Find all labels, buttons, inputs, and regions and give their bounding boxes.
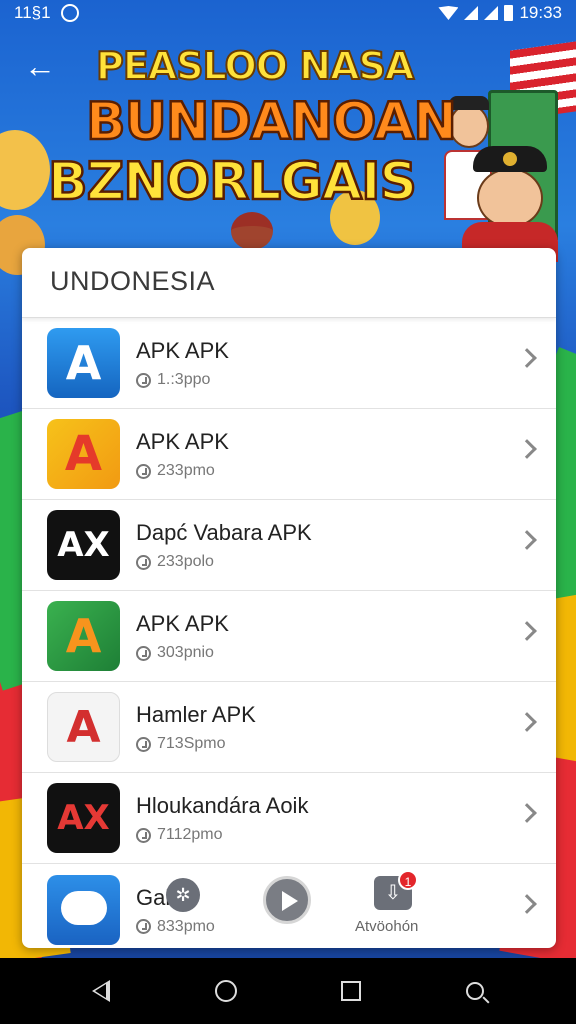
list-item[interactable]: A APK APK 233pmo [22, 409, 556, 500]
list-item[interactable]: A APK APK 1.:3ppo [22, 318, 556, 409]
letter-a-red-icon: A [47, 419, 120, 489]
nav-home-icon[interactable] [214, 980, 237, 1002]
app-name: APK APK [136, 338, 229, 363]
back-arrow-icon[interactable]: ← [24, 48, 64, 84]
status-bar: 11§1 19:33 [0, 0, 576, 26]
chat-bubble-shape [61, 890, 107, 925]
wifi-icon [438, 6, 459, 20]
clock-icon [136, 645, 151, 661]
app-icon-glyph: AX [57, 798, 110, 838]
notification-icon [60, 4, 79, 22]
app-meta: 713Spmo [157, 735, 226, 752]
banner-headline-1: PEASLOO NASA [95, 43, 415, 89]
play-button[interactable] [263, 876, 311, 924]
clock-icon [136, 919, 151, 934]
officer-mascot-illustration [462, 146, 558, 262]
share-icon[interactable] [166, 878, 200, 912]
app-meta: 303pnio [157, 644, 214, 661]
signal-icon [464, 6, 479, 20]
list-item[interactable]: A APK APK 303pnio [22, 591, 556, 682]
download-label[interactable]: Atvöohón [355, 918, 418, 935]
banner-headline-3: BZNORLGAIS [47, 151, 418, 214]
letter-ax-dark-icon: AX [47, 783, 120, 853]
app-list-card: UNDONESIA A APK APK 1.:3ppo A APK APK 23… [22, 248, 556, 948]
system-nav-bar [0, 958, 576, 1024]
app-name: APK APK [136, 611, 229, 636]
app-list: A APK APK 1.:3ppo A APK APK 233pmo AX Da… [22, 318, 556, 948]
notification-badge: 1 [398, 870, 418, 890]
list-item[interactable]: AX Hloukandára Aoik 7112pmo [22, 773, 556, 864]
nav-back-icon[interactable] [92, 980, 111, 1002]
clock-time: 19:33 [519, 3, 562, 22]
chevron-right-icon [517, 712, 537, 732]
clock-icon [136, 736, 151, 752]
card-title: UNDONESIA [50, 266, 216, 296]
app-meta: 7112pmo [157, 826, 223, 843]
app-name: Hloukandára Aoik [136, 793, 309, 818]
app-name: Dapć Vabara APK [136, 520, 312, 545]
clock-icon [136, 554, 151, 570]
app-meta: 233polo [157, 553, 214, 570]
app-icon-glyph: AX [57, 525, 110, 565]
balloon-icon [0, 130, 50, 210]
chevron-right-icon [517, 803, 537, 823]
floating-action-bar: 1 Atvöohón [150, 866, 450, 946]
battery-icon [504, 5, 514, 21]
letter-a-blue-icon: A [47, 328, 120, 398]
letter-ax-black-icon: AX [47, 510, 120, 580]
nav-recents-icon[interactable] [341, 981, 362, 1001]
signal-icon [484, 6, 499, 20]
chevron-right-icon [517, 348, 537, 368]
status-left-text: 11§1 [14, 3, 51, 22]
app-name: Hamler APK [136, 702, 256, 727]
clock-icon [136, 827, 151, 843]
app-icon-glyph: A [66, 701, 101, 753]
card-header: UNDONESIA [22, 248, 556, 318]
banner-headline-2: BUNDANOAN [85, 91, 458, 154]
clock-icon [136, 463, 151, 479]
letter-a-white-icon: A [47, 692, 120, 762]
clock-icon [136, 372, 151, 388]
app-icon-glyph: A [64, 426, 103, 482]
chevron-right-icon [517, 530, 537, 550]
chat-bubble-icon [47, 874, 120, 945]
app-meta: 233pmo [157, 462, 215, 479]
list-item[interactable]: AX Dapć Vabara APK 233polo [22, 500, 556, 591]
chevron-right-icon [517, 439, 537, 459]
app-name: APK APK [136, 429, 229, 454]
app-icon-glyph: A [65, 336, 102, 390]
nav-search-icon[interactable] [465, 982, 484, 1000]
app-icon-glyph: A [65, 609, 102, 663]
chevron-right-icon [517, 621, 537, 641]
list-item[interactable]: A Hamler APK 713Spmo [22, 682, 556, 773]
letter-a-green-icon: A [47, 601, 120, 671]
person-illustration [228, 212, 276, 252]
chevron-right-icon [517, 894, 537, 914]
app-meta: 1.:3ppo [157, 371, 211, 388]
